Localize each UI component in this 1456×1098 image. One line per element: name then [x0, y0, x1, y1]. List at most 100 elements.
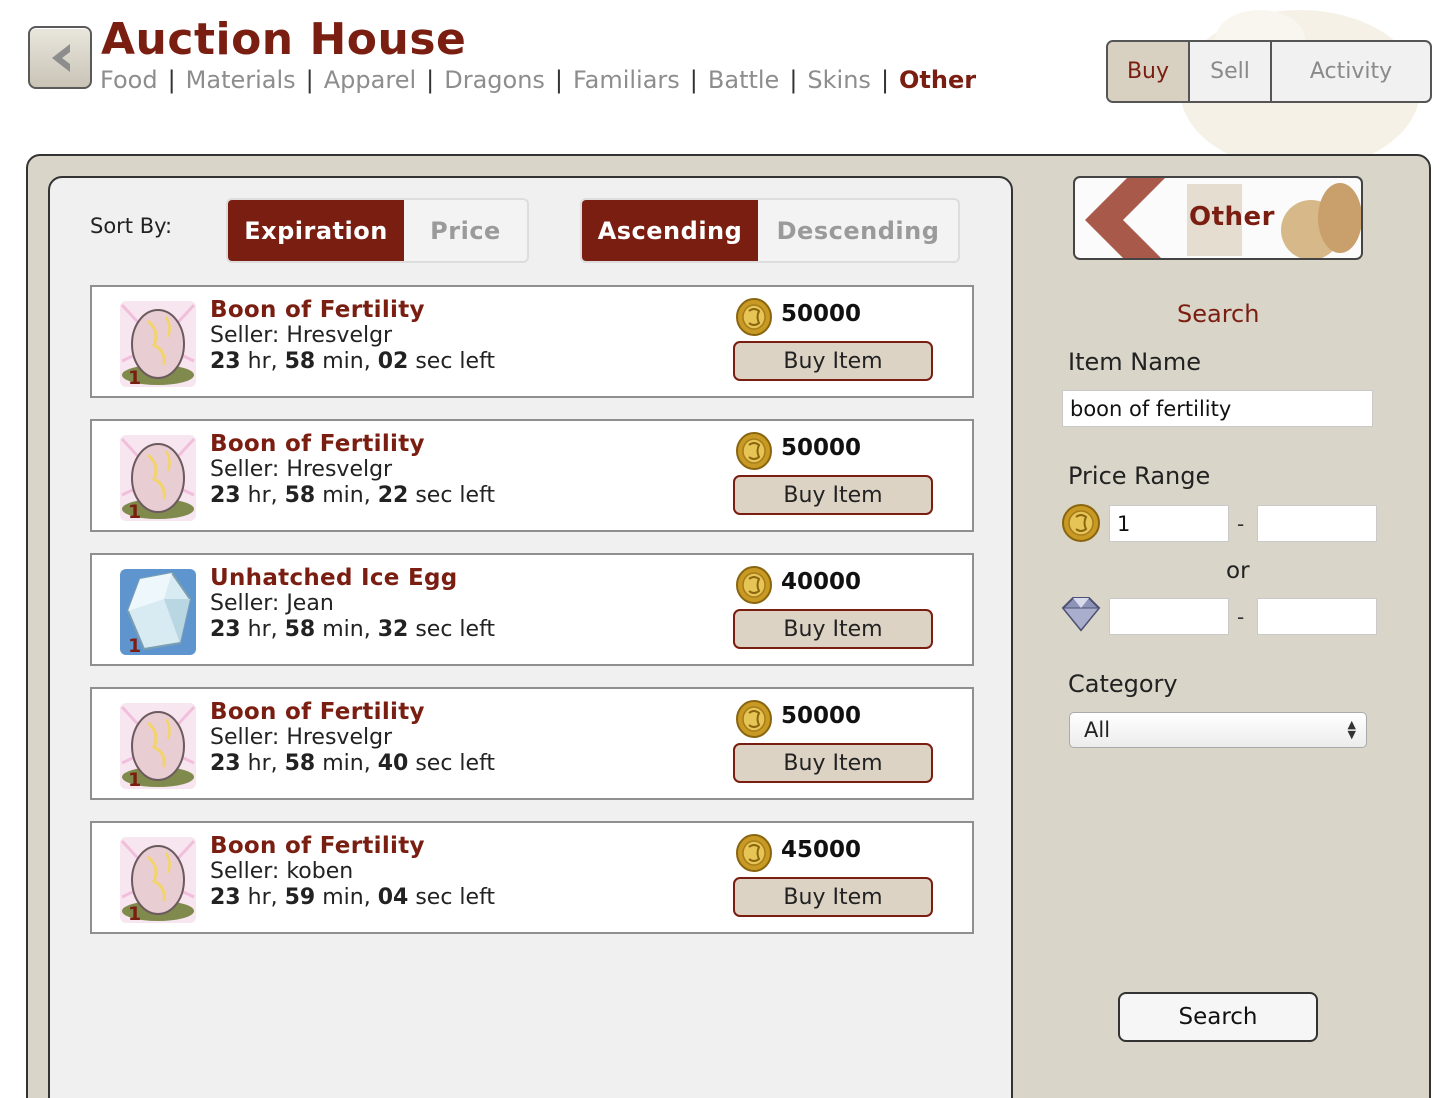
sort-label: Sort By:	[90, 214, 173, 238]
sort-descending-button[interactable]: Descending	[758, 200, 958, 261]
item-name-link[interactable]: Boon of Fertility	[210, 431, 425, 457]
time-hours-unit: hr,	[247, 751, 278, 776]
category-banner[interactable]: Other	[1073, 176, 1363, 260]
listing-row: 1 Boon of Fertility Seller: Hresvelgr 23 hr…	[90, 687, 974, 800]
time-hours: 23	[210, 483, 241, 508]
item-seller: Seller: Hresvelgr	[210, 457, 393, 482]
item-price: 40000	[781, 569, 862, 595]
time-hours: 23	[210, 885, 241, 910]
time-minutes: 58	[284, 617, 316, 642]
sort-ascending-button[interactable]: Ascending	[582, 200, 758, 261]
item-seller: Seller: Hresvelgr	[210, 323, 393, 348]
time-minutes-unit: min,	[322, 617, 371, 642]
tab-buy[interactable]: Buy	[1108, 42, 1190, 101]
gem-min-input[interactable]	[1109, 598, 1229, 635]
time-hours-unit: hr,	[247, 885, 278, 910]
time-hours-unit: hr,	[247, 349, 278, 374]
time-seconds: 04	[377, 885, 409, 910]
chevron-left-icon	[52, 43, 70, 72]
time-seconds-unit: sec left	[415, 885, 496, 910]
time-seconds-unit: sec left	[415, 617, 496, 642]
item-time-left: 23 hr, 58 min, 32 sec left	[210, 617, 495, 642]
time-minutes: 59	[284, 885, 316, 910]
time-minutes-unit: min,	[322, 349, 371, 374]
item-price: 45000	[781, 837, 862, 863]
treasure-coin-icon	[736, 700, 772, 738]
sort-price-button[interactable]: Price	[404, 200, 527, 261]
item-name-link[interactable]: Unhatched Ice Egg	[210, 565, 458, 591]
time-hours: 23	[210, 349, 241, 374]
item-seller: Seller: Hresvelgr	[210, 725, 393, 750]
buy-item-button[interactable]: Buy Item	[733, 609, 933, 649]
category-dragons[interactable]: Dragons	[444, 66, 545, 94]
listing-row: 1 Boon of Fertility Seller: koben 23 hr, 59…	[90, 821, 974, 934]
listing-row: 1 Boon of Fertility Seller: Hresvelgr 23 hr…	[90, 285, 974, 398]
search-heading: Search	[1177, 300, 1260, 328]
time-hours-unit: hr,	[247, 483, 278, 508]
item-seller: Seller: Jean	[210, 591, 334, 616]
category-select[interactable]: All ▲ ▼	[1069, 712, 1367, 748]
mode-tabs: Buy Sell Activity	[1106, 40, 1432, 103]
item-name-label: Item Name	[1068, 348, 1202, 376]
time-minutes-unit: min,	[322, 885, 371, 910]
listing-row: 1 Unhatched Ice Egg Seller: Jean 23 hr, 58 …	[90, 553, 974, 666]
search-button[interactable]: Search	[1118, 992, 1318, 1042]
treasure-coin-icon	[1062, 504, 1100, 542]
category-food[interactable]: Food	[100, 66, 158, 94]
category-skins[interactable]: Skins	[807, 66, 871, 94]
treasure-coin-icon	[736, 566, 772, 604]
tab-sell[interactable]: Sell	[1190, 42, 1272, 101]
item-name-link[interactable]: Boon of Fertility	[210, 297, 425, 323]
range-dash: -	[1237, 512, 1245, 536]
item-name-link[interactable]: Boon of Fertility	[210, 833, 425, 859]
page-title: Auction House	[101, 14, 467, 65]
category-familiars[interactable]: Familiars	[573, 66, 680, 94]
item-name-link[interactable]: Boon of Fertility	[210, 699, 425, 725]
sort-field-toggle: Expiration Price	[226, 198, 529, 263]
sort-order-toggle: Ascending Descending	[580, 198, 960, 263]
gem-max-input[interactable]	[1257, 598, 1377, 635]
nav-separator: |	[305, 66, 314, 94]
buy-item-button[interactable]: Buy Item	[733, 475, 933, 515]
treasure-min-input[interactable]	[1109, 505, 1229, 542]
category-other[interactable]: Other	[899, 66, 976, 94]
treasure-coin-icon	[736, 432, 772, 470]
gem-icon	[1061, 597, 1101, 632]
buy-item-button[interactable]: Buy Item	[733, 341, 933, 381]
nav-separator: |	[689, 66, 698, 94]
item-price: 50000	[781, 301, 862, 327]
time-seconds-unit: sec left	[415, 483, 496, 508]
item-price: 50000	[781, 703, 862, 729]
range-dash: -	[1237, 605, 1245, 629]
category-apparel[interactable]: Apparel	[324, 66, 416, 94]
item-quantity: 1	[128, 367, 142, 389]
time-hours-unit: hr,	[247, 617, 278, 642]
buy-item-button[interactable]: Buy Item	[733, 743, 933, 783]
item-seller: Seller: koben	[210, 859, 354, 884]
buy-item-button[interactable]: Buy Item	[733, 877, 933, 917]
treasure-max-input[interactable]	[1257, 505, 1377, 542]
item-quantity: 1	[128, 635, 142, 657]
time-seconds: 32	[377, 617, 409, 642]
category-materials[interactable]: Materials	[186, 66, 296, 94]
item-time-left: 23 hr, 58 min, 40 sec left	[210, 751, 495, 776]
category-banner-label: Other	[1189, 202, 1275, 232]
category-battle[interactable]: Battle	[708, 66, 779, 94]
time-seconds-unit: sec left	[415, 349, 496, 374]
price-range-label: Price Range	[1068, 462, 1211, 490]
time-seconds: 02	[377, 349, 409, 374]
time-minutes: 58	[284, 751, 316, 776]
time-seconds: 22	[377, 483, 409, 508]
nav-separator: |	[426, 66, 435, 94]
nav-separator: |	[554, 66, 564, 94]
time-minutes: 58	[284, 483, 316, 508]
time-minutes: 58	[284, 349, 316, 374]
sort-expiration-button[interactable]: Expiration	[228, 200, 404, 261]
time-seconds-unit: sec left	[415, 751, 496, 776]
tab-activity[interactable]: Activity	[1272, 42, 1430, 101]
treasure-coin-icon	[736, 834, 772, 872]
back-button[interactable]	[28, 26, 92, 89]
nav-separator: |	[880, 66, 890, 94]
category-select-value: All	[1084, 718, 1111, 742]
item-name-input[interactable]	[1062, 390, 1373, 427]
